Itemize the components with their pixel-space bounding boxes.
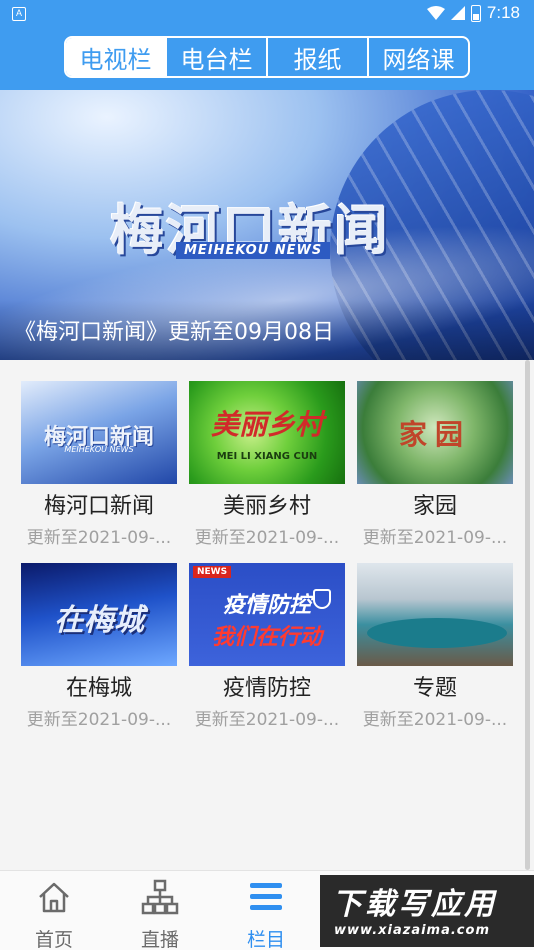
- news-badge: NEWS: [193, 566, 232, 578]
- program-name: 家园: [412, 494, 457, 519]
- home-icon: [39, 882, 69, 913]
- tab-radio[interactable]: 电台栏: [167, 38, 268, 76]
- program-thumbnail: 家园: [357, 381, 513, 484]
- program-updated: 更新至2021-09-...: [26, 710, 172, 730]
- program-thumbnail: NEWS 疫情防控 我们在行动: [189, 563, 345, 666]
- program-card[interactable]: 家园 家园 更新至2021-09-...: [357, 381, 513, 548]
- nav-live-label: 直播: [140, 929, 179, 950]
- program-name: 美丽乡村: [222, 494, 311, 519]
- program-thumbnail: 美丽乡村 MEI LI XIANG CUN: [189, 381, 345, 484]
- thumbnail-title: 在梅城: [54, 603, 144, 638]
- program-name: 专题: [412, 676, 457, 701]
- battery-icon: [470, 4, 481, 22]
- header: A 7:18 电视栏 电台栏 报纸 网络课: [0, 0, 534, 90]
- status-bar: A 7:18: [0, 0, 534, 28]
- bottom-nav: 首页 直播 栏目 下载写应用 www.xiazaima.com: [0, 870, 534, 950]
- watermark-url: www.xiazaima.com: [334, 923, 490, 938]
- nav-columns[interactable]: 栏目: [226, 877, 306, 950]
- program-updated: 更新至2021-09-...: [194, 528, 340, 548]
- tab-tv[interactable]: 电视栏: [66, 38, 167, 76]
- scrollbar[interactable]: [525, 360, 530, 870]
- program-name: 疫情防控: [222, 676, 311, 701]
- nav-columns-label: 栏目: [246, 929, 285, 950]
- thumbnail-subtitle: MEIHEKOU NEWS: [64, 445, 134, 454]
- program-updated: 更新至2021-09-...: [362, 710, 508, 730]
- thumbnail-title: 美丽乡村: [210, 408, 323, 441]
- program-thumbnail: 在梅城: [21, 563, 177, 666]
- program-updated: 更新至2021-09-...: [362, 528, 508, 548]
- program-updated: 更新至2021-09-...: [194, 710, 340, 730]
- watermark-overlay: 下载写应用 www.xiazaima.com: [320, 875, 534, 947]
- thumbnail-subtitle: MEI LI XIANG CUN: [216, 451, 318, 462]
- banner-caption: 《梅河口新闻》更新至09月08日: [0, 300, 534, 360]
- program-card[interactable]: 专题 更新至2021-09-...: [357, 563, 513, 730]
- program-thumbnail: 梅河口新闻 MEIHEKOU NEWS: [21, 381, 177, 484]
- banner-logo-subtext: MEIHEKOU NEWS: [176, 242, 331, 259]
- wifi-icon: [426, 6, 445, 20]
- featured-banner[interactable]: 梅河口新闻 MEIHEKOU NEWS 《梅河口新闻》更新至09月08日: [0, 90, 534, 360]
- program-name: 梅河口新闻: [43, 494, 154, 519]
- signal-icon: [450, 6, 465, 20]
- thumbnail-title: 家园: [398, 418, 471, 451]
- category-tabs: 电视栏 电台栏 报纸 网络课: [64, 36, 470, 78]
- tab-newspaper[interactable]: 报纸: [268, 38, 369, 76]
- nav-home[interactable]: 首页: [14, 877, 94, 950]
- program-card[interactable]: 美丽乡村 MEI LI XIANG CUN 美丽乡村 更新至2021-09-..…: [189, 381, 345, 548]
- nav-live[interactable]: 直播: [120, 877, 200, 950]
- program-card[interactable]: 梅河口新闻 MEIHEKOU NEWS 梅河口新闻 更新至2021-09-...: [21, 381, 177, 548]
- program-name: 在梅城: [65, 676, 132, 701]
- program-thumbnail: [357, 563, 513, 666]
- tab-online-course[interactable]: 网络课: [369, 38, 468, 76]
- watermark-title: 下载写应用: [332, 887, 497, 922]
- lake-graphic: [367, 618, 507, 648]
- thumbnail-subtitle: 我们在行动: [211, 625, 322, 650]
- program-updated: 更新至2021-09-...: [26, 528, 172, 548]
- shield-icon: [313, 589, 331, 609]
- nav-home-label: 首页: [34, 929, 73, 950]
- program-card[interactable]: 在梅城 在梅城 更新至2021-09-...: [21, 563, 177, 730]
- status-time: 7:18: [486, 3, 520, 22]
- menu-icon: [250, 883, 282, 910]
- program-grid: 梅河口新闻 MEIHEKOU NEWS 梅河口新闻 更新至2021-09-...…: [0, 360, 534, 870]
- notification-icon: A: [12, 7, 26, 21]
- sitemap-icon: [141, 879, 179, 915]
- program-card[interactable]: NEWS 疫情防控 我们在行动 疫情防控 更新至2021-09-...: [189, 563, 345, 730]
